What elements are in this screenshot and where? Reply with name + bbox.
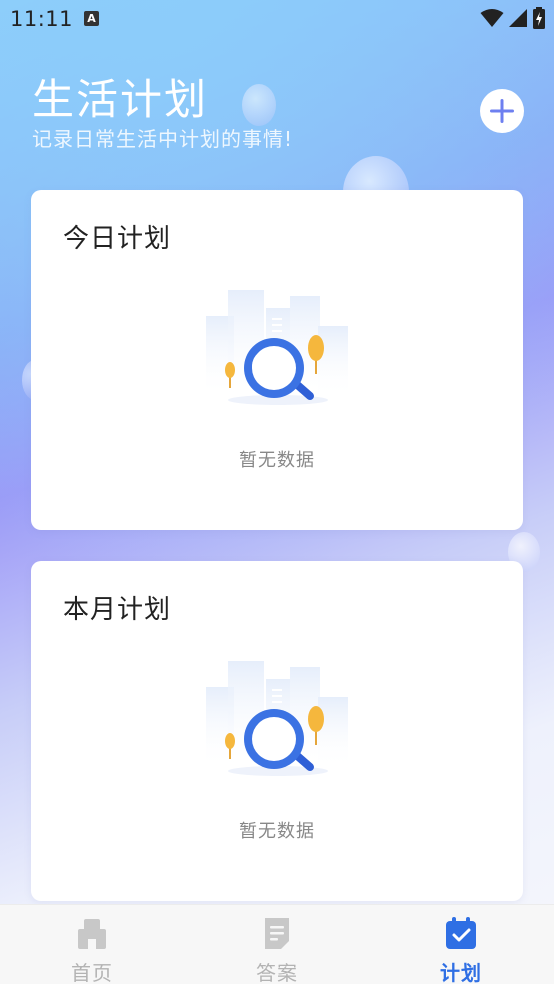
card-title: 本月计划	[63, 595, 172, 625]
nav-label: 答案	[256, 961, 298, 984]
signal-icon	[509, 9, 527, 27]
decorative-bubble	[242, 84, 276, 126]
add-plan-button[interactable]	[480, 89, 524, 133]
battery-charging-icon	[533, 7, 545, 29]
status-icons	[480, 7, 546, 29]
notification-badge: A	[84, 11, 99, 26]
card-title: 今日计划	[63, 224, 172, 254]
nav-label: 首页	[71, 961, 113, 984]
page-title: 生活计划	[32, 75, 209, 124]
empty-state-text: 暂无数据	[239, 450, 315, 471]
empty-search-illustration	[206, 661, 348, 776]
nav-item-plan[interactable]: 计划	[401, 905, 521, 984]
plus-icon	[490, 99, 514, 123]
wifi-icon	[480, 9, 504, 27]
status-time: 11:11	[10, 7, 74, 31]
calendar-check-icon	[446, 917, 476, 949]
document-icon	[265, 918, 289, 949]
nav-item-home[interactable]: 首页	[32, 905, 152, 984]
today-plan-card: 今日计划 暂无数据	[31, 190, 523, 530]
empty-state-text: 暂无数据	[239, 821, 315, 842]
bottom-navigation: 首页 答案 计划	[0, 904, 554, 984]
nav-label: 计划	[440, 961, 482, 984]
page-subtitle: 记录日常生活中计划的事情!	[32, 127, 294, 151]
home-icon	[78, 919, 106, 949]
status-bar: 11:11 A	[0, 0, 554, 38]
empty-search-illustration	[206, 290, 348, 405]
month-plan-card: 本月计划 暂无数据	[31, 561, 523, 901]
nav-item-answers[interactable]: 答案	[217, 905, 337, 984]
